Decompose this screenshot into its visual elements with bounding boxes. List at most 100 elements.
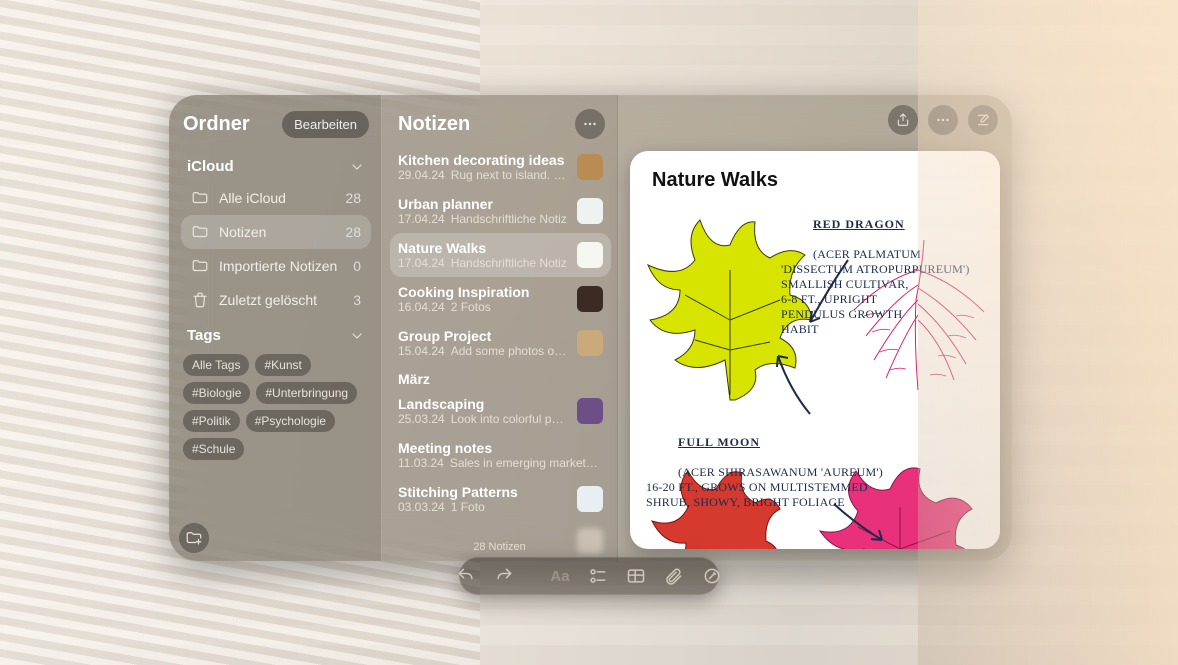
sidebar-item-trash[interactable]: Zuletzt gelöscht3 — [181, 283, 371, 317]
chevron-down-icon — [349, 159, 365, 175]
sidebar-item-folder[interactable]: Notizen 28 — [181, 215, 371, 249]
note-thumbnail — [577, 486, 603, 512]
note-row-sub: 17.04.24Handschriftliche Notiz — [398, 212, 569, 226]
folder-label: Zuletzt gelöscht — [219, 292, 317, 308]
notes-scroll[interactable]: Kitchen decorating ideas29.04.24Rug next… — [390, 145, 611, 561]
edit-button[interactable]: Bearbeiten — [282, 111, 369, 138]
detail-more-button[interactable] — [928, 105, 958, 135]
checklist-icon — [588, 566, 608, 586]
tag-chip[interactable]: #Unterbringung — [256, 382, 357, 404]
arrow-icon — [830, 500, 890, 549]
notes-list-column: Notizen Kitchen decorating ideas29.04.24… — [381, 95, 618, 561]
note-thumbnail — [577, 330, 603, 356]
new-folder-icon — [185, 529, 203, 547]
arrow-icon — [770, 350, 820, 420]
note-meta: Group Project15.04.24Add some photos of … — [398, 328, 569, 358]
detail-topbar — [618, 95, 1012, 145]
sidebar-item-folder[interactable]: Importierte Notizen0 — [181, 249, 371, 283]
compose-button[interactable] — [968, 105, 998, 135]
note-row-title: Group Project — [398, 328, 569, 344]
section-label: iCloud — [187, 158, 234, 175]
note-row-sub: 15.04.24Add some photos of thei… — [398, 344, 569, 358]
note-row[interactable]: Meeting notes11.03.24Sales in emerging m… — [390, 433, 611, 477]
note-detail-column: Nature Walks — [618, 95, 1012, 561]
note-row-sub: 29.04.24Rug next to island. Cont… — [398, 168, 569, 182]
note-title: Nature Walks — [630, 151, 1000, 200]
annotation-a-title: RED DRAGON — [813, 217, 905, 231]
format-toolbar: Aa — [459, 557, 719, 595]
tag-chip[interactable]: Alle Tags — [183, 354, 249, 376]
note-row-sub: 16.04.242 Fotos — [398, 300, 569, 314]
note-canvas[interactable]: RED DRAGON (ACER PALMATUM 'DISSECTUM ATR… — [630, 200, 1000, 549]
trash-icon — [191, 291, 209, 309]
sidebar-header: Ordner Bearbeiten — [181, 105, 371, 148]
note-row[interactable]: Group Project15.04.24Add some photos of … — [390, 321, 611, 365]
tags-container: Alle Tags #Kunst#Biologie #Unterbringung #P… — [181, 350, 371, 460]
markup-button[interactable] — [702, 566, 722, 586]
attach-button[interactable] — [664, 566, 684, 586]
note-meta: Nature Walks17.04.24Handschriftliche Not… — [398, 240, 569, 270]
notes-section-label: März — [390, 365, 611, 389]
tag-chip[interactable]: #Psychologie — [246, 410, 335, 432]
new-folder-button[interactable] — [179, 523, 209, 553]
section-tags[interactable]: Tags — [181, 317, 371, 350]
note-row-sub: 03.03.241 Foto — [398, 500, 569, 514]
note-row[interactable]: Stitching Patterns03.03.241 Foto — [390, 477, 611, 521]
note-row-title: Stitching Patterns — [398, 484, 569, 500]
folder-count: 28 — [345, 190, 361, 206]
note-row-title: Meeting notes — [398, 440, 603, 456]
share-button[interactable] — [888, 105, 918, 135]
note-row-title: Kitchen decorating ideas — [398, 152, 569, 168]
folder-label: Importierte Notizen — [219, 258, 337, 274]
ellipsis-icon — [581, 115, 599, 133]
folder-icon — [191, 223, 209, 241]
note-surface[interactable]: Nature Walks — [630, 151, 1000, 549]
notes-more-button[interactable] — [575, 109, 605, 139]
section-icloud[interactable]: iCloud — [181, 148, 371, 181]
tag-chip[interactable]: #Politik — [183, 410, 240, 432]
tag-chip[interactable]: #Kunst — [255, 354, 310, 376]
note-meta: Landscaping25.03.24Look into colorful pe… — [398, 396, 569, 426]
sidebar-title: Ordner — [183, 113, 250, 136]
note-row-sub: 25.03.24Look into colorful peren… — [398, 412, 569, 426]
redo-icon — [494, 566, 514, 586]
sidebar-item-folder[interactable]: Alle iCloud 28 — [181, 181, 371, 215]
note-thumbnail — [577, 242, 603, 268]
table-button[interactable] — [626, 566, 646, 586]
note-row[interactable]: Nature Walks17.04.24Handschriftliche Not… — [390, 233, 611, 277]
note-thumbnail — [577, 198, 603, 224]
folder-list: Alle iCloud 28 Notizen 28 Importierte Notize… — [181, 181, 371, 317]
checklist-button[interactable] — [588, 566, 608, 586]
font-button[interactable]: Aa — [550, 568, 569, 585]
arrow-icon — [800, 256, 860, 336]
paperclip-icon — [664, 566, 684, 586]
note-thumbnail — [577, 286, 603, 312]
note-row[interactable]: Landscaping25.03.24Look into colorful pe… — [390, 389, 611, 433]
note-meta: Kitchen decorating ideas29.04.24Rug next… — [398, 152, 569, 182]
tag-chip[interactable]: #Schule — [183, 438, 244, 460]
note-row[interactable]: Urban planner17.04.24Handschriftliche No… — [390, 189, 611, 233]
ellipsis-icon — [934, 111, 952, 129]
note-row-title: Urban planner — [398, 196, 569, 212]
note-row-title: Nature Walks — [398, 240, 569, 256]
folder-icon — [191, 257, 209, 275]
note-meta: Cooking Inspiration16.04.242 Fotos — [398, 284, 569, 314]
note-row-sub: 11.03.24Sales in emerging markets are tr… — [398, 456, 603, 470]
note-row[interactable]: Kitchen decorating ideas29.04.24Rug next… — [390, 145, 611, 189]
tag-chip[interactable]: #Biologie — [183, 382, 250, 404]
chevron-down-icon — [349, 328, 365, 344]
notes-header: Notizen — [390, 103, 611, 145]
note-row[interactable]: Cooking Inspiration16.04.242 Fotos — [390, 277, 611, 321]
redo-button[interactable] — [494, 566, 514, 586]
note-row-title: Cooking Inspiration — [398, 284, 569, 300]
folder-label: Notizen — [219, 224, 266, 240]
tags-section-label: Tags — [187, 327, 221, 344]
note-row-sub: 17.04.24Handschriftliche Notiz — [398, 256, 569, 270]
note-thumbnail — [577, 154, 603, 180]
folder-icon — [191, 189, 209, 207]
folder-label: Alle iCloud — [219, 190, 286, 206]
notes-title: Notizen — [398, 113, 470, 136]
undo-button[interactable] — [456, 566, 476, 586]
note-meta: Urban planner17.04.24Handschriftliche No… — [398, 196, 569, 226]
folder-count: 28 — [345, 224, 361, 240]
